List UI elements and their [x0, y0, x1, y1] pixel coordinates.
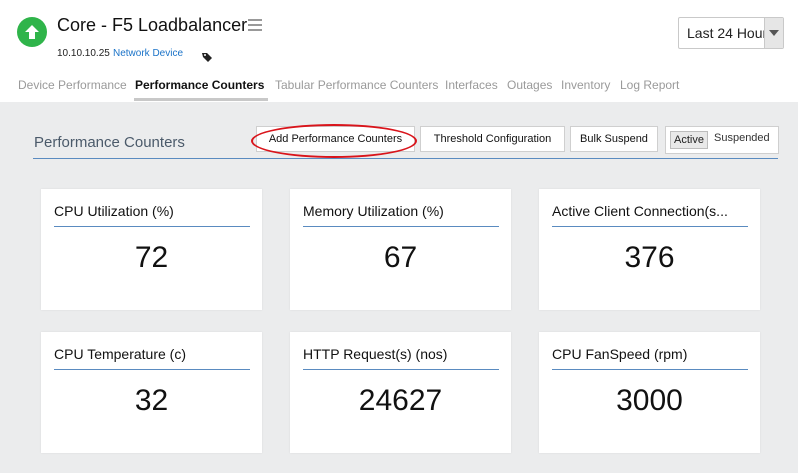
card-value: 72: [134, 241, 169, 274]
card-title: CPU Utilization (%): [54, 203, 174, 219]
device-ip: 10.10.10.25: [57, 48, 110, 59]
add-performance-counters-button[interactable]: Add Performance Counters: [256, 126, 415, 152]
threshold-configuration-button[interactable]: Threshold Configuration: [420, 126, 565, 152]
card-value: 32: [134, 384, 169, 417]
time-period-value: Last 24 Hours: [687, 25, 767, 41]
counter-card-cpu-fanspeed[interactable]: CPU FanSpeed (rpm) 3000: [539, 332, 760, 453]
hamburger-menu-icon[interactable]: [248, 19, 262, 31]
card-title: CPU FanSpeed (rpm): [552, 346, 688, 362]
counter-card-cpu-utilization[interactable]: CPU Utilization (%) 72: [41, 189, 262, 310]
tab-performance-counters[interactable]: Performance Counters: [135, 78, 264, 92]
section-divider: [33, 158, 778, 159]
device-header: Core - F5 Loadbalancer 10.10.10.25 Netwo…: [0, 0, 798, 102]
counter-card-memory-utilization[interactable]: Memory Utilization (%) 67: [290, 189, 511, 310]
device-type-link[interactable]: Network Device: [113, 48, 183, 59]
card-title: Active Client Connection(s...: [552, 203, 728, 219]
counter-card-http-requests[interactable]: HTTP Request(s) (nos) 24627: [290, 332, 511, 453]
toggle-active-option[interactable]: Active: [670, 131, 708, 149]
bulk-suspend-button[interactable]: Bulk Suspend: [570, 126, 658, 152]
tab-tabular-performance-counters[interactable]: Tabular Performance Counters: [275, 78, 438, 92]
performance-counters-panel: Performance Counters Add Performance Cou…: [0, 102, 798, 473]
card-value: 376: [624, 241, 675, 274]
card-divider: [552, 226, 748, 227]
section-title: Performance Counters: [34, 134, 185, 151]
card-divider: [552, 369, 748, 370]
card-divider: [54, 226, 250, 227]
card-divider: [303, 226, 499, 227]
card-value: 24627: [358, 384, 443, 417]
tab-device-performance[interactable]: Device Performance: [18, 78, 127, 92]
card-divider: [303, 369, 499, 370]
tab-interfaces[interactable]: Interfaces: [445, 78, 498, 92]
card-title: CPU Temperature (c): [54, 346, 187, 362]
card-value: 3000: [616, 384, 683, 417]
tab-inventory[interactable]: Inventory: [561, 78, 610, 92]
device-title: Core - F5 Loadbalancer: [57, 15, 248, 35]
toggle-suspended-option[interactable]: Suspended: [714, 132, 770, 144]
counter-card-cpu-temperature[interactable]: CPU Temperature (c) 32: [41, 332, 262, 453]
time-period-select[interactable]: Last 24 Hours: [678, 17, 784, 49]
status-up-icon: [17, 17, 47, 47]
tab-log-report[interactable]: Log Report: [620, 78, 679, 92]
card-divider: [54, 369, 250, 370]
active-suspended-toggle: Active Suspended: [665, 126, 779, 154]
card-title: Memory Utilization (%): [303, 203, 444, 219]
counter-card-active-client-connections[interactable]: Active Client Connection(s... 376: [539, 189, 760, 310]
card-value: 67: [383, 241, 418, 274]
card-title: HTTP Request(s) (nos): [303, 346, 448, 362]
tag-icon[interactable]: [202, 49, 213, 67]
active-tab-indicator: [134, 98, 268, 101]
chevron-down-icon[interactable]: [764, 18, 783, 48]
tab-outages[interactable]: Outages: [507, 78, 552, 92]
